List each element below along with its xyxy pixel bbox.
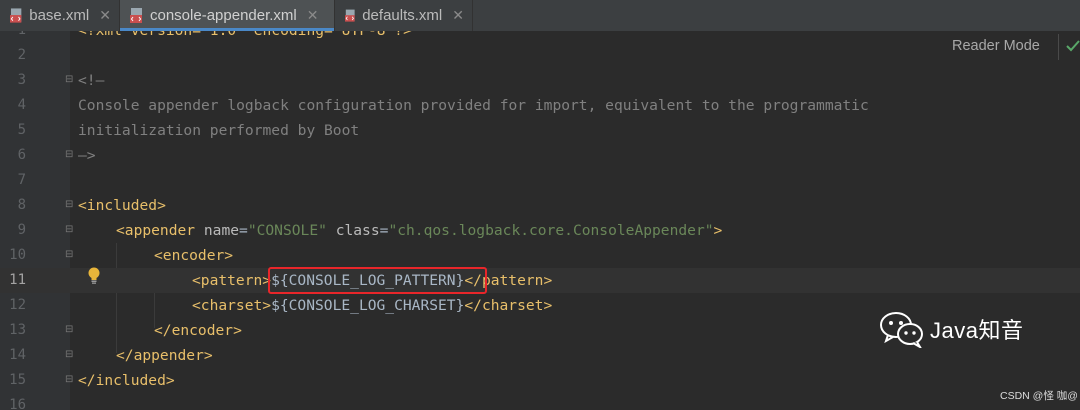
xml-value: "CONSOLE" (247, 222, 327, 239)
tab-label: base.xml (29, 7, 90, 24)
xml-value: "ch.qos.logback.core.ConsoleAppender" (388, 222, 714, 239)
line-number: 8 (17, 197, 26, 213)
xml-tag: > (713, 222, 723, 239)
code-text: </included> (78, 372, 175, 389)
lightbulb-icon[interactable] (87, 267, 101, 285)
xml-file-icon (130, 7, 142, 23)
code-line: 6 ⊟ —> (0, 143, 1080, 168)
xml-tag: <appender (116, 222, 196, 239)
wechat-icon (880, 312, 923, 348)
line-number: 13 (9, 322, 26, 338)
code-text: <!— (78, 72, 105, 89)
close-icon[interactable]: ✕ (99, 7, 111, 24)
csdn-credit: CSDN @怪 咖@ (1000, 390, 1078, 402)
code-text: <included> (78, 197, 166, 214)
code-text: </appender> (116, 347, 213, 364)
line-number: 1 (0, 31, 26, 43)
line-number: 2 (17, 47, 26, 63)
line-number: 5 (17, 122, 26, 138)
code-text: —> (78, 147, 96, 164)
xml-file-icon (10, 7, 22, 23)
fold-icon[interactable]: ⊟ (65, 150, 74, 160)
xml-content: ${CONSOLE_LOG_CHARSET} (271, 297, 465, 314)
code-line: 8 ⊟ <included> (0, 193, 1080, 218)
code-line: 16 (0, 393, 1080, 410)
code-line: 9 ⊟ <appender name="CONSOLE" class="ch.q… (0, 218, 1080, 243)
xml-tag: <charset> (192, 297, 272, 314)
code-line: 15 ⊟ </included> (0, 368, 1080, 393)
code-line: 3 ⊟ <!— (0, 68, 1080, 93)
code-line: 10 ⊟ <encoder> (0, 243, 1080, 268)
tab-label: defaults.xml (362, 7, 443, 24)
code-editor[interactable]: 1 <?xml version="1.0" encoding="UTF-8"?>… (0, 31, 1080, 410)
fold-icon[interactable]: ⊟ (65, 350, 74, 360)
line-number: 9 (17, 222, 26, 238)
fold-icon[interactable]: ⊟ (65, 375, 74, 385)
line-number: 14 (9, 347, 26, 363)
fold-icon[interactable]: ⊟ (65, 325, 74, 335)
line-number: 12 (9, 297, 26, 313)
code-text: <?xml version="1.0" encoding="UTF-8"?> (78, 31, 412, 43)
line-number: 16 (9, 397, 26, 410)
tab-label: console-appender.xml (150, 7, 297, 24)
tab-base-xml[interactable]: base.xml ✕ (0, 0, 120, 31)
code-line: 4 Console appender logback configuration… (0, 93, 1080, 118)
watermark-text: Java知音 (930, 318, 1024, 343)
line-number: 11 (9, 272, 26, 288)
tab-console-appender-xml[interactable]: console-appender.xml ✕ (120, 0, 335, 31)
close-icon[interactable]: ✕ (307, 7, 319, 24)
fold-icon[interactable]: ⊟ (65, 75, 74, 85)
code-text: <encoder> (154, 247, 234, 264)
wechat-watermark: Java知音 (880, 310, 1023, 348)
check-icon[interactable] (1066, 40, 1080, 52)
line-number: 10 (9, 247, 26, 263)
xml-file-icon (345, 9, 355, 22)
code-line: 1 <?xml version="1.0" encoding="UTF-8"?> (0, 31, 1080, 43)
code-text: initialization performed by Boot (78, 122, 360, 139)
editor-tab-bar: base.xml ✕ console-appender.xml ✕ defaul… (0, 0, 1080, 32)
xml-tag: </charset> (464, 297, 553, 314)
code-line: 5 initialization performed by Boot (0, 118, 1080, 143)
code-text: Console appender logback configuration p… (78, 97, 869, 114)
code-text: <charset>${CONSOLE_LOG_CHARSET}</charset… (192, 293, 552, 318)
fold-icon[interactable]: ⊟ (65, 225, 74, 235)
xml-attr: name (203, 222, 240, 239)
xml-tag: <pattern> (192, 272, 272, 289)
fold-icon[interactable]: ⊟ (65, 200, 74, 210)
fold-icon[interactable]: ⊟ (65, 250, 74, 260)
code-line: 7 (0, 168, 1080, 193)
line-number: 6 (17, 147, 26, 163)
line-number: 3 (17, 72, 26, 88)
code-text: <appender name="CONSOLE" class="ch.qos.l… (116, 222, 723, 239)
line-number: 7 (17, 172, 26, 188)
reader-mode-button[interactable]: Reader Mode (952, 38, 1040, 54)
highlight-box (268, 267, 487, 294)
xml-attr: class (335, 222, 380, 239)
code-text: </encoder> (154, 322, 242, 339)
ide-window: base.xml ✕ console-appender.xml ✕ defaul… (0, 0, 1080, 410)
line-number: 15 (9, 372, 26, 388)
code-line: 2 (0, 43, 1080, 68)
separator (1058, 34, 1059, 60)
tab-defaults-xml[interactable]: defaults.xml ✕ (335, 0, 473, 31)
line-number: 4 (17, 97, 26, 113)
code-line-current: 11 <pattern>${CONSOLE_LOG_PATTERN}</patt… (0, 268, 1080, 293)
close-icon[interactable]: ✕ (452, 7, 464, 24)
